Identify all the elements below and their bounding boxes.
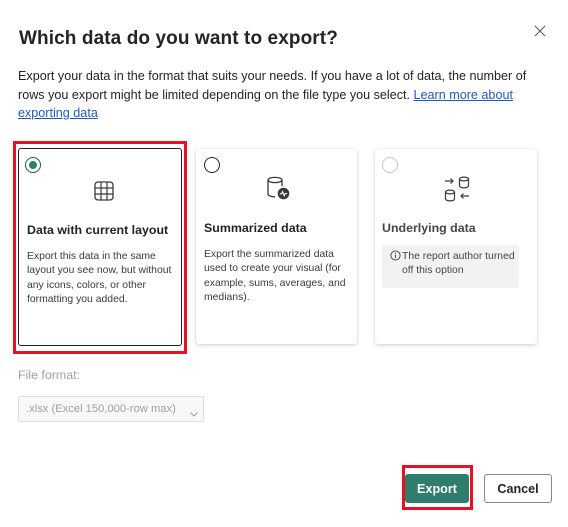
cancel-button[interactable]: Cancel [484,474,552,503]
option-title: Underlying data [382,221,476,235]
option-card-current-layout[interactable]: Data with current layout Export this dat… [18,148,182,346]
chevron-down-icon [189,405,199,423]
export-button[interactable]: Export [405,474,469,503]
radio-underlying [382,157,398,173]
table-grid-icon [93,180,115,207]
dialog-description: Export your data in the format that suit… [18,67,543,123]
option-card-summarized[interactable]: Summarized data Export the summarized da… [196,149,357,344]
option-disabled-info: The report author turned off this option [382,245,519,288]
close-icon[interactable] [531,22,549,40]
database-exchange-icon [442,174,472,209]
option-title: Data with current layout [27,223,169,237]
option-card-underlying: Underlying data The report author turned… [375,149,537,344]
file-format-value: .xlsx (Excel 150,000-row max) [26,403,176,415]
database-chart-icon [264,174,292,207]
export-data-dialog: Which data do you want to export? Export… [0,0,568,527]
option-title: Summarized data [204,221,307,235]
radio-summarized[interactable] [204,157,220,173]
radio-current-layout[interactable] [25,157,41,173]
option-description: Export the summarized data used to creat… [204,249,346,303]
dialog-title: Which data do you want to export? [19,28,338,49]
info-text: The report author turned off this option [402,251,515,277]
option-description: Export this data in the same layout you … [27,251,172,305]
file-format-label: File format: [18,368,80,382]
info-icon [390,250,401,266]
file-format-select: .xlsx (Excel 150,000-row max) [18,396,204,422]
